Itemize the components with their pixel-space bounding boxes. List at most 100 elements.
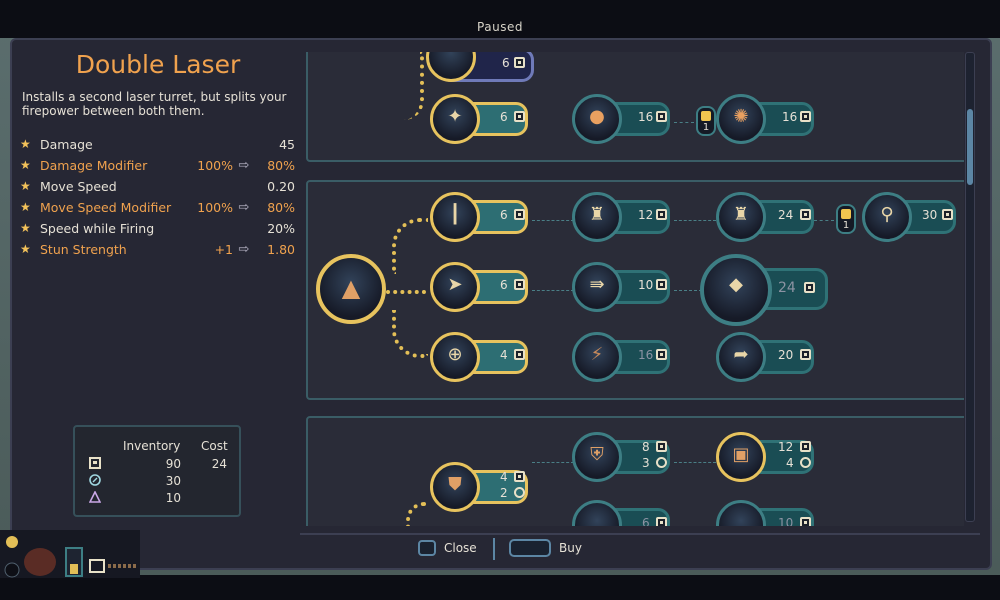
triangle-icon [89,491,101,503]
arrow-right-icon: ⇨ [238,157,250,173]
owned-path-connector [386,290,426,294]
coin-icon [514,279,525,290]
arrow-shot-icon: ➤ [447,274,463,295]
lock-icon: 1 [836,204,856,234]
buy-button[interactable]: Buy [509,539,582,557]
inventory-row-gems: 30 [75,474,243,490]
arrow-right-icon: ⇨ [238,199,250,215]
path-connector [674,290,702,291]
orb-triad-icon: ● [589,106,605,127]
inventory-box: Inventory Cost 90 24 30 10 [73,425,241,517]
stat-to: 45 [279,136,295,152]
stat-name: Speed while Firing [40,220,155,236]
coin-icon [800,441,811,452]
coin-icon [514,57,525,68]
star-icon: ★ [20,179,31,193]
big-lantern-icon: ♜ [732,204,750,225]
star-icon: ★ [20,200,31,214]
coin-icon [656,209,667,220]
stat-name: Move Speed Modifier [40,199,172,215]
paused-label: Paused [477,20,523,34]
stat-to: 80% [267,157,295,173]
coin-icon [514,111,525,122]
coin-icon [804,282,815,293]
stat-from: +1 [214,241,233,257]
stat-to: 20% [267,220,295,236]
spark-icon: ⚡ [590,344,604,365]
stat-name: Move Speed [40,178,117,194]
coin-icon [514,349,525,360]
cost-header: Cost [201,439,228,453]
laser-drone-icon: ✦ [447,106,463,127]
coin-icon [656,111,667,122]
path-connector [674,122,694,123]
gem-icon [514,487,525,498]
scrollbar-thumb[interactable] [967,109,973,185]
coin-icon [656,279,667,290]
big-arrow-icon: ➦ [733,344,749,365]
stat-row-damage: ★ Damage 45 [20,135,295,153]
inventory-header: Inventory [123,439,181,453]
shield-icon: ⛊ [448,474,462,495]
path-connector [674,462,716,463]
coin-icon [514,471,525,482]
stat-name: Damage [40,136,93,152]
coin-icon [656,349,667,360]
footer-divider [493,538,495,560]
coin-icon [800,349,811,360]
coin-icon [800,111,811,122]
coin-icon [656,441,667,452]
controller-button-icon [418,540,436,556]
stat-row-move-speed: ★ Move Speed 0.20 [20,177,295,195]
inventory-value: 10 [165,491,181,505]
triple-arrow-icon: ⇛ [589,274,605,295]
stat-row-speed-while-firing: ★ Speed while Firing 20% [20,219,295,237]
close-label: Close [444,541,477,555]
path-connector [674,220,716,221]
shield-badge-icon: ⛨ [590,444,604,465]
upgrade-tree[interactable]: 6 ✦ 6 ● 16 1 ✺ 16 ▲ ┃ 6 ➤ 6 ⊕ 4 ♜ 12 ⇛ 1… [296,52,964,526]
coin-icon [656,517,667,526]
orb-cluster-icon: ✺ [733,106,749,127]
hud-creature-icon [24,548,56,576]
inventory-value: 90 [165,457,181,471]
stat-row-move-speed-modifier: ★ Move Speed Modifier 100% ⇨ 80% [20,198,295,216]
upgrade-title: Double Laser [75,50,241,79]
stat-to: 0.20 [267,178,295,194]
buy-label: Buy [559,541,582,555]
controller-trigger-icon [509,539,551,557]
star-icon: ★ [20,221,31,235]
stat-row-stun-strength: ★ Stun Strength +1 ⇨ 1.80 [20,240,295,258]
close-button[interactable]: Close [418,540,477,556]
upgrade-description: Installs a second laser turret, but spli… [22,90,287,118]
arrow-right-icon: ⇨ [238,241,250,257]
path-connector [532,220,574,221]
stat-name: Damage Modifier [40,157,148,173]
gem-icon [656,457,667,468]
player-hud [0,530,140,578]
star-icon: ★ [20,242,31,256]
coin-icon [89,457,101,469]
coin-icon [942,209,953,220]
stat-to: 80% [267,199,295,215]
coin-icon [800,517,811,526]
star-icon: ★ [20,137,31,151]
turret-icon: ▲ [341,274,361,302]
tree-scrollbar[interactable] [965,52,975,522]
path-connector [814,220,834,221]
coin-icon [800,209,811,220]
path-connector [532,462,574,463]
coin-icon [514,209,525,220]
bottom-letterbox [0,575,1000,600]
stat-from: 100% [197,199,233,215]
inventory-row-triangles: 10 [75,491,243,507]
lantern-icon: ♜ [588,204,606,225]
crosshair-icon: ⊕ [447,344,463,365]
stat-name: Stun Strength [40,241,127,257]
split-laser-icon: ◆ [729,274,743,295]
lock-icon: 1 [696,106,716,136]
laser-beam-icon: ┃ [449,204,461,225]
hud-orb-icon [6,536,18,548]
star-icon: ★ [20,158,31,172]
gem-icon [800,457,811,468]
